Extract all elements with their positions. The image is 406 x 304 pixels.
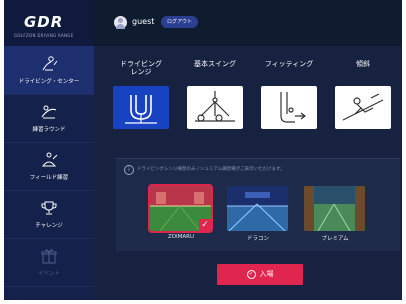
info-icon: i — [124, 165, 134, 175]
tab-slope[interactable]: 傾斜 — [332, 54, 394, 152]
sidebar-item-event[interactable]: イベント — [4, 238, 94, 287]
tab-icon-box — [187, 86, 243, 129]
avatar-head — [118, 18, 123, 23]
sidebar-item-label: ドライビング・センター — [18, 79, 80, 85]
sidebar-item-label: イベント — [37, 271, 60, 277]
username: guest — [132, 17, 155, 26]
tab-icon-box — [261, 86, 317, 129]
practice-round-icon — [41, 105, 57, 119]
game-mode-panel: i ドライビングレンジ練習のみノシュミアム練習場がご表示いただけます。 ✓ ZO… — [116, 158, 400, 251]
mode-label: ZOIMARU — [167, 234, 195, 240]
tab-fitting[interactable]: フィッティング — [258, 54, 320, 152]
info-text: ドライビングレンジ練習のみノシュミアム練習場がご表示いただけます。 — [137, 167, 285, 172]
premium-thumbnail — [304, 186, 365, 231]
header: guest ログアウト — [94, 0, 402, 46]
logout-button[interactable]: ログアウト — [161, 16, 198, 28]
tab-icon-box — [113, 86, 169, 129]
sidebar-item-field-practice[interactable]: フィールド練習 — [4, 142, 94, 191]
selected-check-icon: ✓ — [199, 219, 211, 231]
slope-icon — [342, 93, 384, 121]
sidebar-item-label: チャレンジ — [35, 223, 63, 229]
sidebar: GDR GOLFZON DRIVING RANGE ドライビング・センター 練習… — [4, 0, 94, 300]
check-circle-icon: ✓ — [246, 269, 256, 279]
sidebar-item-driving-center[interactable]: ドライビング・センター — [4, 46, 94, 95]
event-icon — [41, 249, 57, 264]
mode-label: ドラコン — [246, 236, 269, 242]
basic-swing-icon — [195, 91, 235, 122]
tab-label: ドライビング レンジ — [110, 60, 172, 76]
mode-card-premium[interactable] — [304, 186, 365, 231]
field-practice-icon — [41, 152, 58, 167]
tab-label: 傾斜 — [356, 60, 370, 68]
enter-button-label: 入場 — [259, 270, 274, 278]
mode-card-zoimaru[interactable]: ✓ — [148, 184, 213, 233]
main-content: ドライビング レンジ 基本スイング フィッティング 傾斜 i ドライビングレンジ… — [94, 46, 402, 300]
tab-label: 基本スイング — [194, 60, 236, 68]
sidebar-item-practice-round[interactable]: 練習ラウンド — [4, 94, 94, 143]
challenge-icon — [41, 201, 57, 215]
tab-label-text: ドライビング レンジ — [120, 60, 162, 76]
logo: GDR GOLFZON DRIVING RANGE — [4, 0, 94, 47]
logo-text: GDR — [24, 13, 64, 31]
sidebar-item-challenge[interactable]: チャレンジ — [4, 190, 94, 239]
avatar — [114, 16, 127, 29]
mode-label: プレミアム — [321, 236, 349, 242]
tab-driving-range[interactable]: ドライビング レンジ — [110, 54, 172, 152]
driving-center-icon — [42, 56, 58, 71]
app-window: GDR GOLFZON DRIVING RANGE ドライビング・センター 練習… — [4, 0, 402, 300]
enter-button[interactable]: ✓ 入場 — [217, 264, 303, 285]
tab-icon-box — [335, 86, 391, 129]
sidebar-item-label: 練習ラウンド — [32, 127, 66, 133]
mode-card-dracon[interactable] — [227, 186, 288, 231]
fitting-icon — [280, 92, 306, 123]
avatar-body — [116, 24, 125, 29]
tab-label: フィッティング — [264, 60, 314, 68]
logo-subtitle: GOLFZON DRIVING RANGE — [14, 33, 74, 38]
dracon-thumbnail — [227, 186, 288, 231]
driving-range-icon — [125, 95, 157, 124]
sidebar-item-label: フィールド練習 — [29, 175, 69, 181]
tab-basic-swing[interactable]: 基本スイング — [184, 54, 246, 152]
